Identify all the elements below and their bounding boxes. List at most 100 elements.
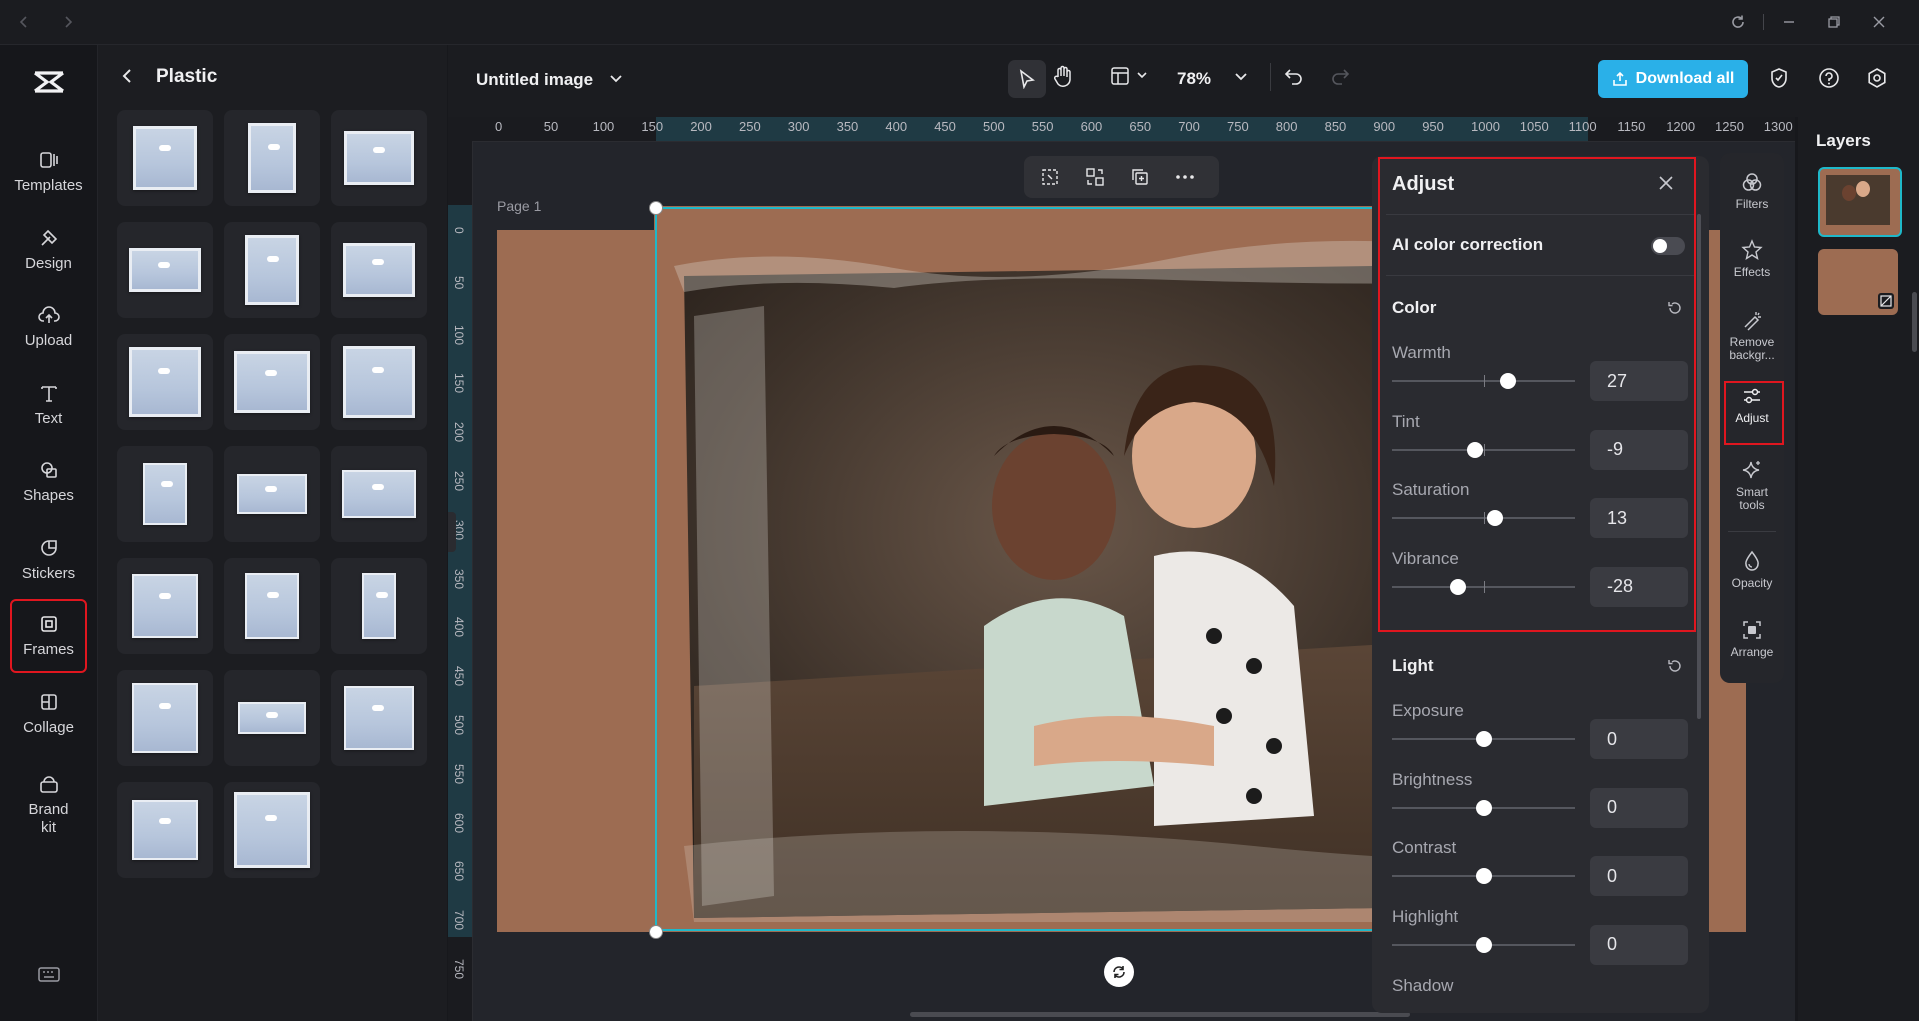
slider-value-input[interactable]: -28 (1590, 566, 1688, 607)
slider-knob[interactable] (1449, 578, 1466, 595)
tool-effects[interactable]: Effects (1724, 239, 1780, 279)
download-all-button[interactable]: Download all (1598, 60, 1748, 98)
slider-value-input[interactable]: -9 (1590, 429, 1688, 470)
frame-thumbnail[interactable] (331, 334, 427, 430)
tool-adjust[interactable]: Adjust (1724, 385, 1780, 425)
frame-thumbnail[interactable] (224, 222, 320, 318)
slider-track[interactable] (1392, 441, 1575, 458)
document-title[interactable]: Untitled image (476, 70, 593, 90)
frame-thumbnail[interactable] (117, 110, 213, 206)
hand-tool-icon[interactable] (1052, 65, 1074, 89)
tool-smart-tools[interactable]: Smart tools (1724, 459, 1780, 512)
shield-icon[interactable] (1769, 67, 1789, 89)
slider-knob[interactable] (1475, 731, 1492, 747)
back-icon[interactable] (12, 10, 36, 34)
layers-scrollbar[interactable] (1912, 292, 1917, 352)
reset-color-icon[interactable] (1667, 300, 1683, 316)
slider-track[interactable] (1392, 510, 1575, 526)
layout-chevron-icon[interactable] (1136, 71, 1148, 81)
slider-knob[interactable] (1467, 441, 1484, 458)
slider-value-input[interactable]: 0 (1590, 787, 1688, 828)
zoom-chevron-icon[interactable] (1234, 71, 1248, 83)
slider-track[interactable] (1392, 373, 1575, 389)
frame-thumbnail[interactable] (331, 110, 427, 206)
reset-light-icon[interactable] (1667, 658, 1683, 674)
frame-thumbnail[interactable] (224, 782, 320, 878)
slider-knob[interactable] (1475, 936, 1492, 953)
nav-design[interactable]: Design (12, 215, 85, 285)
slider-track[interactable] (1392, 936, 1575, 953)
slider-track[interactable] (1392, 578, 1575, 595)
slider-knob[interactable] (1475, 799, 1492, 816)
slider-value-input[interactable]: 0 (1590, 924, 1688, 965)
layout-icon[interactable] (1110, 66, 1130, 86)
select-tool-button[interactable] (1008, 60, 1046, 98)
frame-thumbnail[interactable] (117, 670, 213, 766)
rotate-handle[interactable] (1104, 957, 1134, 987)
frame-thumbnail[interactable] (331, 222, 427, 318)
undo-icon[interactable] (1284, 67, 1304, 85)
close-window-icon[interactable] (1867, 10, 1891, 34)
frame-thumbnail[interactable] (117, 222, 213, 318)
frame-thumbnail[interactable] (224, 110, 320, 206)
slider-value-input[interactable]: 0 (1590, 856, 1688, 896)
tool-filters[interactable]: Filters (1724, 171, 1780, 211)
frame-thumbnail[interactable] (117, 334, 213, 430)
slider-track[interactable] (1392, 731, 1575, 747)
frame-thumbnail[interactable] (224, 558, 320, 654)
help-icon[interactable] (1818, 67, 1840, 89)
slider-knob[interactable] (1487, 510, 1504, 526)
slider-knob[interactable] (1500, 373, 1517, 389)
redo-icon[interactable] (1330, 67, 1350, 85)
keyboard-icon[interactable] (38, 965, 60, 983)
slider-track[interactable] (1392, 799, 1575, 816)
resize-handle[interactable] (649, 201, 663, 215)
crop-icon[interactable] (1040, 167, 1060, 187)
frame-thumbnail[interactable] (117, 446, 213, 542)
ai-color-correction-toggle[interactable] (1651, 237, 1685, 255)
tool-opacity[interactable]: Opacity (1724, 550, 1780, 590)
slider-value-input[interactable]: 27 (1590, 361, 1688, 401)
nav-text[interactable]: Text (12, 370, 85, 440)
forward-icon[interactable] (56, 10, 80, 34)
layer-thumbnail-image[interactable] (1818, 167, 1902, 237)
resize-handle[interactable] (649, 925, 663, 939)
replace-icon[interactable] (1085, 167, 1105, 187)
tool-arrange[interactable]: Arrange (1724, 619, 1780, 659)
capcut-logo-icon[interactable] (32, 67, 66, 97)
frame-thumbnail[interactable] (117, 782, 213, 878)
refresh-icon[interactable] (1726, 10, 1750, 34)
duplicate-icon[interactable] (1130, 167, 1150, 187)
frame-thumbnail[interactable] (224, 334, 320, 430)
frame-thumbnail[interactable] (117, 558, 213, 654)
adjust-scrollbar[interactable] (1697, 214, 1701, 719)
nav-templates[interactable]: Templates (12, 137, 85, 207)
nav-shapes[interactable]: Shapes (12, 447, 85, 517)
back-arrow-icon[interactable] (120, 68, 134, 84)
slider-value-input[interactable]: 0 (1590, 719, 1688, 759)
frame-thumbnail[interactable] (224, 670, 320, 766)
close-icon[interactable] (1658, 175, 1674, 191)
restore-icon[interactable] (1822, 10, 1846, 34)
chevron-down-icon[interactable] (609, 73, 623, 85)
horizontal-scrollbar[interactable] (910, 1012, 1410, 1017)
nav-brand-kit[interactable]: Brand kit (12, 765, 85, 845)
layer-thumbnail-background[interactable] (1818, 249, 1898, 315)
frame-thumbnail[interactable] (331, 670, 427, 766)
minimize-icon[interactable] (1777, 10, 1801, 34)
more-icon[interactable] (1174, 167, 1196, 187)
nav-frames[interactable]: Frames (10, 599, 87, 673)
slider-value-input[interactable]: 13 (1590, 498, 1688, 538)
frame-thumbnail[interactable] (224, 446, 320, 542)
tool-remove-background[interactable]: Remove backgr... (1724, 309, 1780, 362)
frame-thumbnail[interactable] (331, 558, 427, 654)
nav-stickers[interactable]: Stickers (12, 525, 85, 595)
selection-box[interactable] (655, 207, 1475, 931)
nav-upload[interactable]: Upload (12, 292, 85, 362)
settings-icon[interactable] (1866, 67, 1888, 89)
slider-track[interactable] (1392, 868, 1575, 884)
frame-thumbnail[interactable] (331, 446, 427, 542)
zoom-level[interactable]: 78% (1177, 69, 1211, 89)
slider-knob[interactable] (1475, 868, 1492, 884)
panel-collapse-handle[interactable] (448, 512, 456, 552)
